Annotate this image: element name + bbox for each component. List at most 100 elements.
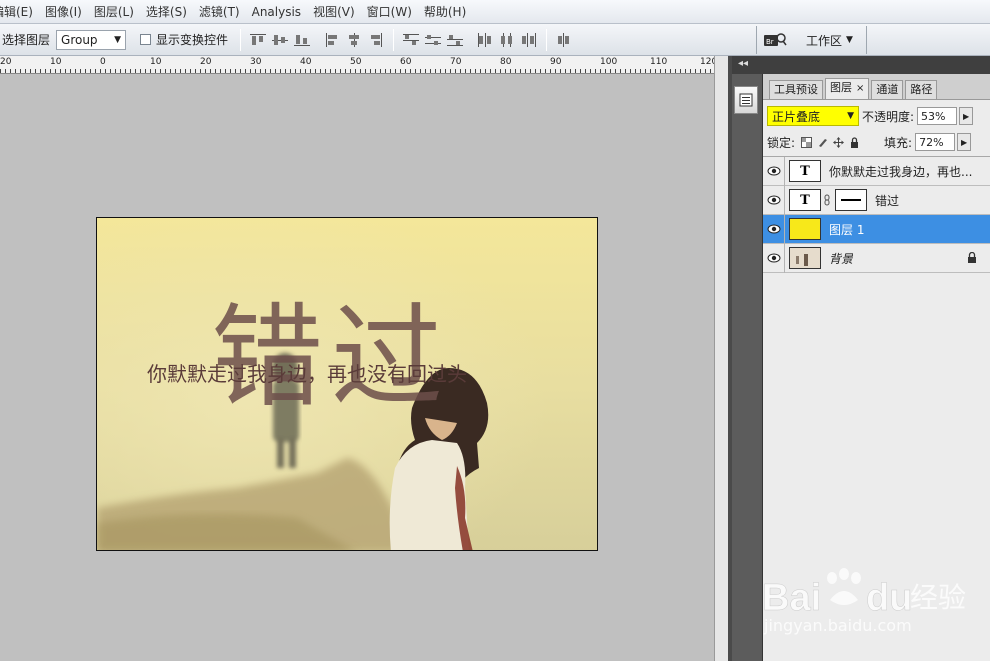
lock-all-icon[interactable]: [848, 136, 860, 148]
collapse-dock-icon[interactable]: ◂◂: [738, 58, 748, 69]
ruler-tick: [595, 69, 596, 73]
svg-text:Br: Br: [766, 38, 774, 46]
ruler-tick: [520, 69, 521, 73]
distribute-right-icon[interactable]: [519, 31, 539, 49]
ruler-tick: [0, 69, 1, 73]
layer-name: 图层 1: [829, 222, 865, 237]
history-panel-icon[interactable]: [734, 86, 758, 114]
lock-transparency-icon[interactable]: [800, 136, 812, 148]
ruler-label: 30: [250, 57, 262, 67]
bridge-icon[interactable]: Br: [763, 30, 787, 50]
distribute-vcenter-icon[interactable]: [423, 31, 443, 49]
lock-position-icon[interactable]: [832, 136, 844, 148]
align-top-icon[interactable]: [248, 31, 268, 49]
tab-layers[interactable]: 图层 ×: [825, 78, 870, 99]
ruler-tick: [355, 69, 356, 73]
ruler-tick: [510, 69, 511, 73]
ruler-tick: [360, 69, 361, 73]
align-left-icon[interactable]: [322, 31, 342, 49]
menu-image[interactable]: 图像(I): [39, 0, 88, 24]
toolbar-divider: [393, 28, 395, 51]
fill-input[interactable]: 72%: [915, 133, 956, 151]
tab-label: 工具预设: [774, 83, 818, 96]
ruler-tick: [320, 69, 321, 73]
opacity-slider-button[interactable]: ▶: [959, 107, 974, 125]
ruler-tick: [80, 69, 81, 73]
layer-row[interactable]: 背景: [763, 243, 990, 273]
layer-row[interactable]: T 你默默走过我身边，再也...: [763, 156, 990, 186]
menu-select[interactable]: 选择(S): [140, 0, 193, 24]
ruler-tick: [270, 69, 271, 73]
ruler-tick: [480, 69, 481, 73]
vertical-scrollbar[interactable]: [714, 56, 728, 661]
distribute-left-icon[interactable]: [475, 31, 495, 49]
fill-slider-button[interactable]: ▶: [957, 133, 972, 151]
ruler-tick: [345, 69, 346, 73]
distribute-bottom-icon[interactable]: [445, 31, 465, 49]
menu-edit[interactable]: 编辑(E): [0, 0, 39, 24]
ruler-tick: [565, 69, 566, 73]
ruler-label: 70: [450, 57, 462, 67]
baidu-watermark: Bai du 经验 jingyan.baidu.com: [762, 556, 990, 656]
blend-mode-dropdown[interactable]: 正片叠底 ▼: [767, 106, 859, 126]
toolbar-divider: [546, 28, 548, 51]
ruler-tick: [220, 69, 221, 73]
align-vcenter-icon[interactable]: [270, 31, 290, 49]
ruler-label: 50: [350, 57, 362, 67]
ruler-tick: [335, 69, 336, 73]
eye-icon[interactable]: [763, 156, 785, 186]
distribute-top-icon[interactable]: [401, 31, 421, 49]
layer-name: 你默默走过我身边，再也...: [829, 164, 973, 179]
menu-analysis[interactable]: Analysis: [246, 0, 307, 24]
auto-select-dropdown[interactable]: Group ▼: [56, 29, 127, 50]
layer-row[interactable]: 图层 1: [763, 214, 990, 244]
ruler-tick: [405, 69, 406, 73]
ruler-tick: [365, 69, 366, 73]
ruler-label: 90: [550, 57, 562, 67]
ruler-tick: [225, 69, 226, 73]
show-transform-checkbox[interactable]: [140, 34, 152, 45]
document-canvas[interactable]: 错过 你默默走过我身边，再也没有回过头: [96, 217, 598, 551]
ruler-label: 10: [50, 57, 62, 67]
tab-channels[interactable]: 通道: [871, 80, 904, 99]
align-right-icon[interactable]: [366, 31, 386, 49]
eye-icon[interactable]: [763, 185, 785, 215]
menu-layer[interactable]: 图层(L): [88, 0, 140, 24]
menu-view[interactable]: 视图(V): [307, 0, 361, 24]
ruler-tick: [45, 69, 46, 73]
eye-icon[interactable]: [763, 214, 785, 244]
chevron-down-icon: ▼: [847, 111, 854, 121]
text-layer-thumbnail: T: [789, 160, 821, 182]
ruler-tick: [330, 69, 331, 73]
menu-help[interactable]: 帮助(H): [418, 0, 472, 24]
layer-row[interactable]: T 错过: [763, 185, 990, 215]
ruler-label: 80: [500, 57, 512, 67]
ruler-tick: [450, 69, 451, 73]
distribute-hcenter-icon[interactable]: [497, 31, 517, 49]
eye-icon[interactable]: [763, 243, 785, 273]
ruler-tick: [150, 69, 151, 73]
menu-filter[interactable]: 滤镜(T): [193, 0, 246, 24]
ruler-tick: [160, 69, 161, 73]
ruler-tick: [135, 69, 136, 73]
ruler-label: 110: [650, 57, 668, 67]
tab-paths[interactable]: 路径: [905, 80, 938, 99]
ruler-tick: [440, 69, 441, 73]
link-icon[interactable]: [824, 194, 832, 206]
auto-align-icon[interactable]: [554, 31, 574, 49]
align-bottom-icon[interactable]: [292, 31, 312, 49]
ruler-tick: [705, 69, 706, 73]
lock-pixels-icon[interactable]: [816, 136, 828, 148]
ruler-tick: [260, 69, 261, 73]
workspace-button[interactable]: 工作区 ▼: [806, 28, 853, 52]
opacity-input[interactable]: 53%: [917, 107, 958, 125]
close-icon[interactable]: ×: [856, 83, 864, 94]
ruler-tick: [125, 69, 126, 73]
menu-window[interactable]: 窗口(W): [361, 0, 418, 24]
lock-row: 锁定: 填充: 72% ▶: [767, 132, 987, 152]
tab-tool-presets[interactable]: 工具预设: [769, 80, 823, 99]
ruler-tick: [590, 69, 591, 73]
align-hcenter-icon[interactable]: [344, 31, 364, 49]
ruler-tick: [65, 69, 66, 73]
ruler-tick: [275, 69, 276, 73]
